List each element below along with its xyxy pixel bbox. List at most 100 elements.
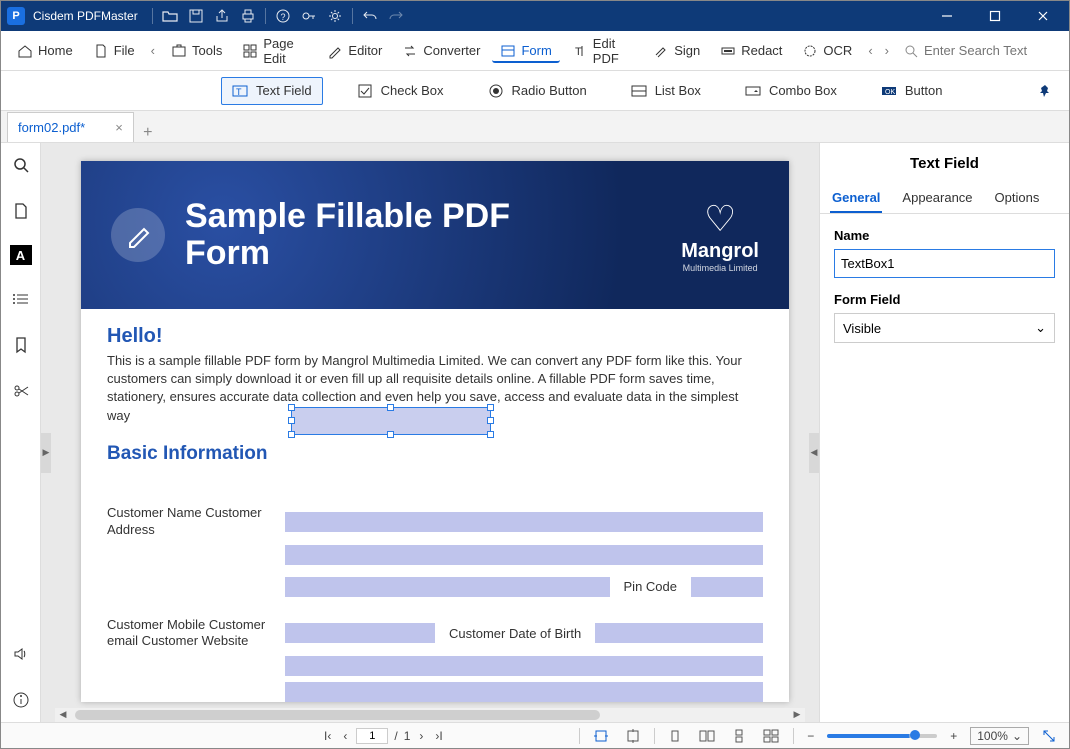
nav-form[interactable]: Form (492, 39, 559, 63)
resize-handle-ne[interactable] (487, 404, 494, 411)
field-addr2[interactable] (285, 577, 610, 597)
key-icon[interactable] (300, 7, 318, 25)
redo-icon[interactable] (387, 7, 405, 25)
nav-editor[interactable]: Editor (319, 39, 390, 63)
zoom-knob[interactable] (910, 730, 920, 740)
window-maximize-button[interactable] (975, 1, 1015, 31)
tab-options[interactable]: Options (993, 184, 1042, 213)
search-icon[interactable] (9, 153, 33, 177)
info-icon[interactable] (9, 688, 33, 712)
resize-handle-se[interactable] (487, 431, 494, 438)
chevron-left-icon[interactable]: ‹ (864, 39, 876, 62)
page-icon[interactable] (9, 199, 33, 223)
field-name[interactable] (285, 512, 763, 532)
canvas[interactable]: ▶ ◀ Sample Fillable PDFForm ♡ Mangrol Mu… (41, 143, 819, 722)
single-page-view-icon[interactable] (665, 729, 685, 743)
field-email[interactable] (285, 656, 763, 676)
field-mobile[interactable] (285, 623, 435, 643)
fit-page-icon[interactable] (622, 729, 644, 743)
tab-add-button[interactable]: + (134, 124, 162, 142)
form-tool-button[interactable]: OKButton (871, 78, 953, 104)
last-page-icon[interactable]: ›I (432, 729, 445, 743)
nav-tools[interactable]: Tools (163, 39, 230, 63)
two-page-view-icon[interactable] (695, 729, 719, 743)
prev-page-icon[interactable]: ‹ (340, 729, 350, 743)
resize-handle-e[interactable] (487, 417, 494, 424)
scroll-thumb[interactable] (75, 710, 600, 720)
field-dob[interactable] (595, 623, 763, 643)
selected-form-field[interactable] (291, 407, 491, 435)
continuous-two-view-icon[interactable] (759, 729, 783, 743)
zoom-slider[interactable] (827, 734, 937, 738)
nav-ocr[interactable]: OCR (794, 39, 860, 63)
search-box[interactable] (897, 39, 1061, 62)
field-website[interactable] (285, 682, 763, 702)
pin-icon[interactable] (1037, 83, 1053, 99)
zoom-select[interactable]: 100%⌄ (970, 727, 1029, 745)
form-tool-combo-box[interactable]: Combo Box (735, 78, 847, 104)
settings-icon[interactable] (326, 7, 344, 25)
form-tool-radio-button[interactable]: Radio Button (478, 78, 597, 104)
print-icon[interactable] (239, 7, 257, 25)
text-icon[interactable]: A (10, 245, 32, 265)
chevron-left-icon[interactable]: ‹ (147, 39, 159, 62)
fit-width-icon[interactable] (590, 729, 612, 743)
field-pin[interactable] (691, 577, 763, 597)
nav-converter[interactable]: Converter (394, 39, 488, 63)
sound-icon[interactable] (9, 642, 33, 666)
nav-edit-pdf[interactable]: TEdit PDF (564, 32, 641, 70)
form-tool-check-box[interactable]: Check Box (347, 78, 454, 104)
nav-sign[interactable]: Sign (645, 39, 708, 63)
app-name: Cisdem PDFMaster (33, 9, 138, 23)
zoom-out-icon[interactable]: − (804, 729, 817, 743)
undo-icon[interactable] (361, 7, 379, 25)
name-input[interactable] (834, 249, 1055, 278)
scroll-left-icon[interactable]: ◀ (57, 709, 69, 720)
form-tool-list-box[interactable]: List Box (621, 78, 711, 104)
formfield-select[interactable]: Visible ⌄ (834, 313, 1055, 343)
first-page-icon[interactable]: I‹ (321, 729, 334, 743)
name-label: Name (834, 228, 1055, 243)
resize-handle-n[interactable] (387, 404, 394, 411)
label: Redact (741, 43, 782, 58)
clip-icon[interactable] (9, 379, 33, 403)
share-icon[interactable] (213, 7, 231, 25)
formfield-value: Visible (843, 321, 881, 336)
resize-handle-s[interactable] (387, 431, 394, 438)
form-tool-text-field[interactable]: TText Field (221, 77, 323, 105)
bookmark-icon[interactable] (9, 333, 33, 357)
tab-appearance[interactable]: Appearance (900, 184, 974, 213)
tab-form02[interactable]: form02.pdf* × (7, 112, 134, 142)
zoom-in-icon[interactable]: + (947, 729, 960, 743)
nav-page-edit[interactable]: Page Edit (234, 32, 315, 70)
save-icon[interactable] (187, 7, 205, 25)
tab-close-icon[interactable]: × (115, 120, 123, 135)
resize-handle-w[interactable] (288, 417, 295, 424)
scroll-right-icon[interactable]: ▶ (791, 709, 803, 720)
horizontal-scrollbar[interactable]: ◀ ▶ (55, 708, 805, 722)
open-icon[interactable] (161, 7, 179, 25)
nav-home[interactable]: Home (9, 39, 81, 63)
window-close-button[interactable] (1023, 1, 1063, 31)
search-input[interactable] (924, 43, 1054, 58)
search-icon (904, 44, 918, 58)
collapse-left-handle[interactable]: ▶ (41, 433, 51, 473)
field-addr1[interactable] (285, 545, 763, 565)
next-page-icon[interactable]: › (416, 729, 426, 743)
page-total: 1 (404, 729, 411, 743)
nav-redact[interactable]: Redact (712, 39, 790, 63)
list-icon[interactable] (9, 287, 33, 311)
pdf-header: Sample Fillable PDFForm ♡ Mangrol Multim… (81, 161, 789, 309)
edit-icon (111, 208, 165, 262)
page-current-input[interactable] (356, 728, 388, 744)
tab-general[interactable]: General (830, 184, 882, 213)
window-minimize-button[interactable] (927, 1, 967, 31)
chevron-right-icon[interactable]: › (881, 39, 893, 62)
collapse-right-handle[interactable]: ◀ (809, 433, 819, 473)
resize-handle-sw[interactable] (288, 431, 295, 438)
continuous-view-icon[interactable] (729, 729, 749, 743)
nav-file[interactable]: File (85, 39, 143, 63)
fullscreen-icon[interactable] (1039, 729, 1059, 743)
resize-handle-nw[interactable] (288, 404, 295, 411)
help-icon[interactable]: ? (274, 7, 292, 25)
